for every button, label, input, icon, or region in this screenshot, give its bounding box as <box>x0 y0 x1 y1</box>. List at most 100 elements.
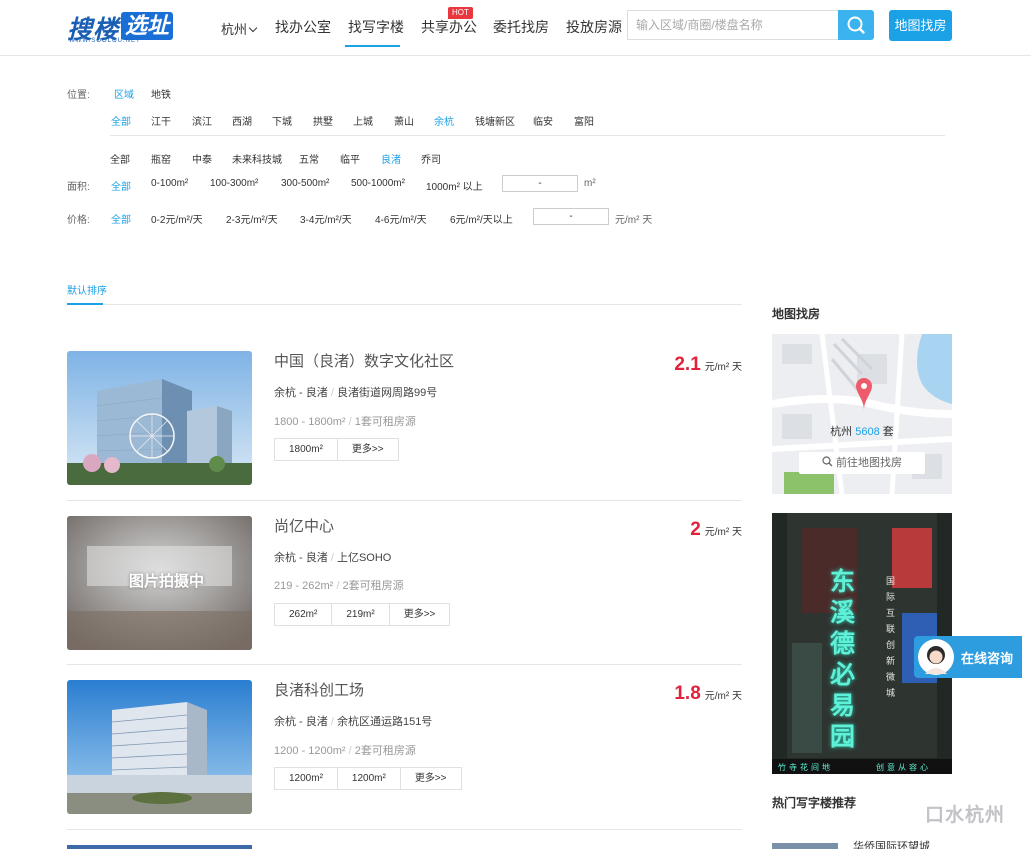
listing-address: 余杭 - 良渚 / 上亿SOHO <box>274 552 392 564</box>
hot-section-title: 热门写字楼推荐 <box>772 796 857 810</box>
promo-slogan-left: 竹寺花间地 <box>778 763 833 772</box>
district: 余杭 <box>274 716 296 728</box>
listing-image-partial[interactable] <box>67 845 252 849</box>
price-unit: 元/m² 天 <box>704 527 742 538</box>
nav-find-building[interactable]: 找写字楼 <box>348 17 404 37</box>
area-option[interactable]: 全部 <box>111 178 131 193</box>
size-range: 1800 - 1800m² <box>274 416 346 428</box>
area-unit-label: m² <box>584 178 596 189</box>
more-tag[interactable]: 更多>> <box>388 603 451 626</box>
city-selector[interactable]: 杭州 <box>221 19 258 38</box>
size-tag[interactable]: 1200m² <box>336 767 401 790</box>
hot-item-thumbnail[interactable] <box>772 843 838 849</box>
unit-count: 2套可租房源 <box>354 745 416 757</box>
listing-price: 1.8 元/m² 天 <box>674 683 742 705</box>
chevron-down-icon <box>248 23 258 33</box>
area-option[interactable]: 300-500m² <box>281 178 329 189</box>
subarea-option[interactable]: 中泰 <box>192 151 212 166</box>
district-option[interactable]: 拱墅 <box>313 113 333 128</box>
map-count-unit: 套 <box>882 426 894 438</box>
price-range-input[interactable]: - <box>533 208 609 225</box>
price-option[interactable]: 3-4元/m²/天 <box>300 211 352 226</box>
area-option[interactable]: 500-1000m² <box>351 178 405 189</box>
listing-image[interactable]: 图片拍摄中 <box>67 516 252 650</box>
search-icon <box>847 16 865 34</box>
online-consult-button[interactable]: 在线咨询 <box>914 636 1022 678</box>
nav-find-office[interactable]: 找办公室 <box>275 17 331 37</box>
logo-badge: 选址 <box>121 12 174 40</box>
hot-item-title[interactable]: 华侨国际环望城 <box>853 840 930 849</box>
listing-image[interactable] <box>67 680 252 814</box>
price-option[interactable]: 4-6元/m²/天 <box>375 211 427 226</box>
subarea-option[interactable]: 五常 <box>299 151 319 166</box>
price-option[interactable]: 2-3元/m²/天 <box>226 211 278 226</box>
listing-tags: 1800m² 更多>> <box>274 438 399 461</box>
tab-district[interactable]: 区域 <box>114 86 134 101</box>
size-tag[interactable]: 262m² <box>274 603 333 626</box>
subarea-option[interactable]: 全部 <box>110 151 130 166</box>
listing-title[interactable]: 良渚科创工场 <box>274 679 364 700</box>
area-range-input[interactable]: - <box>502 175 578 192</box>
price-option[interactable]: 0-2元/m²/天 <box>151 211 203 226</box>
search-button[interactable] <box>838 10 874 40</box>
price-unit: 元/m² 天 <box>704 691 742 702</box>
district-option[interactable]: 滨江 <box>192 113 212 128</box>
promo-subtitle: 国际互联创新微城 <box>886 576 896 698</box>
district-option[interactable]: 富阳 <box>574 113 594 128</box>
district: 余杭 <box>274 387 296 399</box>
listing-tags: 1200m² 1200m² 更多>> <box>274 767 462 790</box>
district-option[interactable]: 钱塘新区 <box>475 113 515 128</box>
street: 上亿SOHO <box>336 552 392 564</box>
search-input[interactable]: 输入区域/商圈/楼盘名称 <box>627 10 839 40</box>
map-link-button[interactable]: 前往地图找房 <box>799 452 925 474</box>
consult-label: 在线咨询 <box>961 651 1014 666</box>
district-option[interactable]: 下城 <box>272 113 292 128</box>
sort-default-tab[interactable]: 默认排序 <box>67 282 107 297</box>
price-option[interactable]: 6元/m²/天以上 <box>450 211 513 226</box>
listing-image[interactable] <box>67 351 252 485</box>
price-unit: 元/m² 天 <box>704 362 742 373</box>
listing-title[interactable]: 尚亿中心 <box>274 515 334 536</box>
listing-title[interactable]: 中国（良渚）数字文化社区 <box>274 350 454 371</box>
area-option[interactable]: 1000m² 以上 <box>426 178 483 193</box>
subarea-option[interactable]: 临平 <box>340 151 360 166</box>
size-tag[interactable]: 1800m² <box>274 438 338 461</box>
listing-size: 1800 - 1800m² / 1套可租房源 <box>274 416 416 428</box>
top-header: 搜楼 选址 WWW.SOOLOU.NET 杭州 找办公室 找写字楼 共享办公 H… <box>0 0 1031 56</box>
district-option[interactable]: 江干 <box>151 113 171 128</box>
district-option[interactable]: 上城 <box>353 113 373 128</box>
subarea-option[interactable]: 瓶窑 <box>151 151 171 166</box>
area-option[interactable]: 0-100m² <box>151 178 188 189</box>
sort-divider <box>67 304 742 305</box>
area-option[interactable]: 100-300m² <box>210 178 258 189</box>
district-option[interactable]: 临安 <box>533 113 553 128</box>
size-tag[interactable]: 1200m² <box>274 767 338 790</box>
subarea-option[interactable]: 乔司 <box>421 151 441 166</box>
unit-count: 2套可租房源 <box>342 580 404 592</box>
subarea-option[interactable]: 未来科技城 <box>232 151 282 166</box>
district-option[interactable]: 全部 <box>111 113 131 128</box>
price-option[interactable]: 全部 <box>111 211 131 226</box>
map-count: 5608 <box>855 426 880 438</box>
sort-active-underline <box>67 303 103 305</box>
avatar <box>918 639 954 675</box>
area: 良渚 <box>305 387 328 399</box>
listing-size: 219 - 262m² / 2套可租房源 <box>274 580 404 592</box>
more-tag[interactable]: 更多>> <box>336 438 399 461</box>
size-tag[interactable]: 219m² <box>331 603 390 626</box>
district-option[interactable]: 西湖 <box>232 113 252 128</box>
map-preview[interactable]: 杭州 5608 套 前往地图找房 <box>772 334 952 494</box>
map-search-button[interactable]: 地图找房 <box>889 10 952 41</box>
nav-entrust[interactable]: 委托找房 <box>493 17 549 37</box>
nav-shared-office[interactable]: 共享办公 <box>421 17 477 37</box>
district-option[interactable]: 余杭 <box>434 113 454 128</box>
subarea-option[interactable]: 良渚 <box>381 151 401 166</box>
price-unit-label: 元/m² 天 <box>615 215 653 226</box>
more-tag[interactable]: 更多>> <box>399 767 462 790</box>
site-logo[interactable]: 搜楼 选址 WWW.SOOLOU.NET <box>67 10 180 46</box>
area: 良渚 <box>305 552 328 564</box>
district-option[interactable]: 萧山 <box>394 113 414 128</box>
listing-address: 余杭 - 良渚 / 良渚街道网周路99号 <box>274 387 438 399</box>
nav-list-property[interactable]: 投放房源 <box>566 17 622 37</box>
tab-subway[interactable]: 地铁 <box>151 86 171 101</box>
